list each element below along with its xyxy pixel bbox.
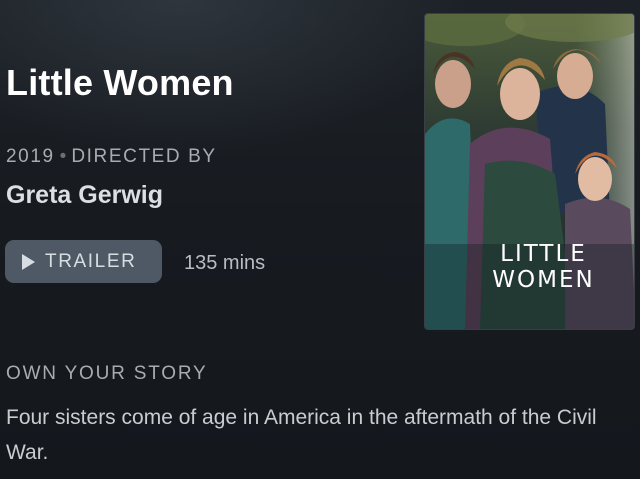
movie-title: Little Women [6, 62, 234, 103]
play-icon [22, 253, 35, 270]
trailer-button-label: TRAILER [45, 250, 137, 272]
poster-title-line2: WOMEN [492, 267, 595, 293]
directed-by-label: DIRECTED BY [71, 146, 217, 167]
runtime: 135 mins [184, 252, 266, 274]
movie-poster[interactable]: LITTLE WOMEN [424, 13, 635, 330]
movie-meta-line: 2019 • DIRECTED BY [6, 146, 217, 168]
tagline: OWN YOUR STORY [6, 363, 208, 384]
release-year: 2019 [6, 146, 55, 167]
trailer-button[interactable]: TRAILER [5, 240, 162, 283]
director-name[interactable]: Greta Gerwig [6, 181, 163, 210]
meta-separator-dot: • [59, 146, 67, 167]
poster-title-line1: LITTLE [500, 241, 587, 267]
synopsis: Four sisters come of age in America in t… [6, 406, 597, 464]
